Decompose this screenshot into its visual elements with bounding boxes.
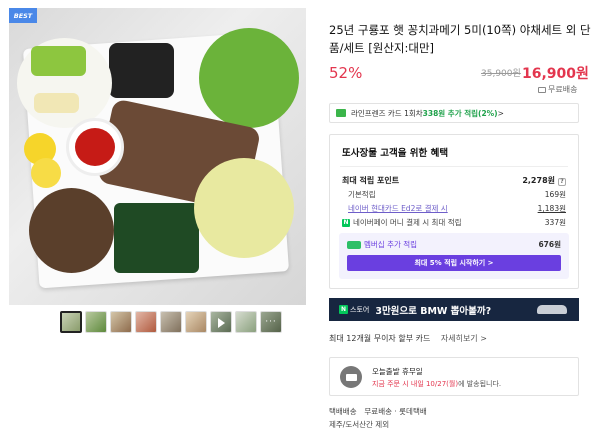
thumbnail-1[interactable] [60,311,82,333]
shipping-method-row: 택배배송 무료배송 · 롯데택배 [329,405,427,418]
shipping-method-key: 택배배송 [329,407,357,416]
thumbnail-strip: ··· [60,311,282,333]
delivery-truck-icon [340,366,362,388]
card-icon [336,109,346,117]
card-promo-suffix: > [497,108,504,118]
lemon-slices-2 [31,158,61,188]
membership-box: 멤버십 추가 적립 676원 최대 5% 적립 시작하기 > [339,233,569,279]
naver-n-icon: N [339,305,348,314]
play-icon [218,318,225,328]
thumbnail-2[interactable] [85,311,107,333]
delivery-date: 지금 주문 시 내일 10/27(월) [372,380,459,388]
product-title: 25년 구룡포 햇 꽁치과메기 5미(10쪽) 야채세트 외 단품/세트 [원산… [329,23,591,55]
glass-noodles [29,188,114,273]
shipping-detail: 택배배송 무료배송 · 롯데택배 제주/도서산간 제외 [329,405,427,431]
shipping-exclusion: 제주/도서산간 제외 [329,420,390,429]
thumbnail-6[interactable] [185,311,207,333]
base-value: 169원 [544,190,566,199]
npay-value: 337원 [544,218,566,227]
divider [340,166,568,167]
shipping-info: 무료배송 [538,84,577,95]
bmw-banner-text: 3만원으로 BMW 뽑아볼까? [375,305,492,317]
shipping-method-value: 무료배송 · 롯데택배 [364,407,427,416]
thumbnail-3[interactable] [110,311,132,333]
chili-sauce [75,128,115,166]
lettuce [199,28,299,128]
delivery-subtext: 지금 주문 시 내일 10/27(월)에 발송됩니다. [372,379,501,389]
card-promo-prefix: 라인프렌즈 카드 1회차 [351,108,423,118]
membership-start-button[interactable]: 최대 5% 적립 시작하기 > [347,255,561,271]
best-badge: BEST [9,8,37,23]
delivery-title: 오늘출발 휴무일 [372,367,423,376]
thumbnail-4[interactable] [135,311,157,333]
base-points-row: 기본적립 169원 [342,189,566,200]
max-points-label-wrap: 최대 적립 포인트 [342,175,399,186]
membership-label: 멤버십 추가 적립 [364,240,418,249]
card-points-label[interactable]: 네이버 현대카드 Ed2로 결제 시 [342,203,448,214]
thumbnail-8[interactable] [235,311,257,333]
garlic [34,93,79,113]
npay-points-row[interactable]: N 네이버페이 머니 결제 시 최대 적립 337원 [342,217,566,228]
installment-info: 최대 12개월 무이자 할부 카드 자세히보기 > [329,333,487,344]
store-label: 스토어 [350,305,370,314]
npay-icon: N [342,218,350,227]
card-points-value[interactable]: 1,183원 [538,203,566,214]
max-points-label: 최대 적립 포인트 [342,176,400,185]
discount-rate: 52% [329,64,363,82]
original-price: 35,900원 [481,69,521,79]
base-label: 기본적립 [348,190,376,199]
delivery-box: 오늘출발 휴무일 지금 주문 시 내일 10/27(월)에 발송됩니다. [329,357,579,396]
npay-label-wrap[interactable]: N 네이버페이 머니 결제 시 최대 적립 [342,217,462,228]
thumbnail-more[interactable]: ··· [260,311,282,333]
max-points-value-wrap: 2,278원? [522,175,566,186]
thumbnail-5[interactable] [160,311,182,333]
benefit-title: 또사장물 고객을 위한 혜택 [342,148,449,159]
green-onion [31,46,86,76]
membership-value: 676원 [538,240,561,249]
shipping-label: 무료배송 [548,85,578,94]
card-points-row[interactable]: 네이버 현대카드 Ed2로 결제 시 1,183원 [342,203,566,214]
truck-icon [538,86,546,93]
sale-price: 16,900원 [522,66,589,82]
bmw-ad-banner[interactable]: N 스토어 3만원으로 BMW 뽑아볼까? [329,298,579,321]
membership-badge-icon [347,241,361,249]
card-promo-highlight: 338원 추가 적립(2%) [422,108,498,118]
max-points-row: 최대 적립 포인트 2,278원? [342,175,566,186]
help-icon[interactable]: ? [558,177,566,186]
max-points-value: 2,278원 [522,176,555,185]
napa-cabbage [194,158,294,258]
benefit-box: 또사장물 고객을 위한 혜택 최대 적립 포인트 2,278원? 기본적립 16… [329,134,579,289]
more-icon: ··· [265,317,277,327]
product-main-image[interactable]: BEST [9,8,306,305]
membership-label-wrap: 멤버십 추가 적립 [347,239,417,250]
membership-row: 멤버십 추가 적립 676원 [347,239,561,250]
card-promo-banner[interactable]: 라인프렌즈 카드 1회차 338원 추가 적립(2%) > [329,103,579,123]
installment-text: 최대 12개월 무이자 할부 카드 [329,334,431,343]
installment-more-link[interactable]: 자세히보기 > [441,334,487,343]
seaweed-sheets [109,43,174,98]
delivery-suffix: 에 발송됩니다. [458,380,502,388]
naver-store-logo: N 스토어 [339,305,369,315]
seaweed-stems [114,203,199,273]
thumbnail-video[interactable] [210,311,232,333]
car-icon [537,305,567,314]
npay-label: 네이버페이 머니 결제 시 최대 적립 [353,218,462,227]
